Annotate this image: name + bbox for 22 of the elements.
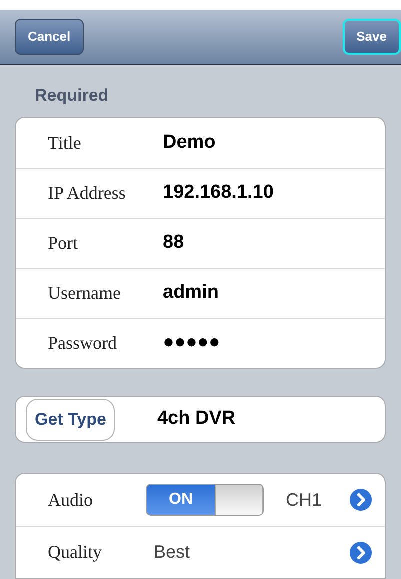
disclosure-icon[interactable] — [349, 488, 373, 512]
option-label: Audio — [47, 488, 94, 512]
field-label: Password — [47, 332, 118, 355]
toggle-switch[interactable]: ON — [146, 484, 264, 516]
get-type-button[interactable]: Get Type — [26, 398, 116, 440]
field-value[interactable]: Demo — [163, 128, 216, 158]
device-type-value: 4ch DVR — [157, 407, 236, 432]
option-value: CH1 — [286, 488, 322, 512]
field-value[interactable]: admin — [163, 279, 219, 308]
section-title: Required — [34, 85, 110, 107]
option-label: Quality — [47, 541, 103, 564]
disclosure-icon[interactable] — [349, 540, 373, 564]
field-value[interactable]: 88 — [163, 229, 184, 258]
save-button[interactable]: Save — [342, 19, 401, 55]
field-label: IP Address — [47, 182, 127, 205]
field-value[interactable]: ●●●●● — [163, 329, 220, 358]
field-label: Port — [47, 232, 80, 255]
cancel-button[interactable]: Cancel — [15, 19, 84, 55]
field-label: Username — [47, 282, 122, 305]
field-value[interactable]: 192.168.1.10 — [163, 179, 274, 208]
field-label: Title — [47, 132, 82, 154]
option-value: Best — [154, 541, 190, 564]
